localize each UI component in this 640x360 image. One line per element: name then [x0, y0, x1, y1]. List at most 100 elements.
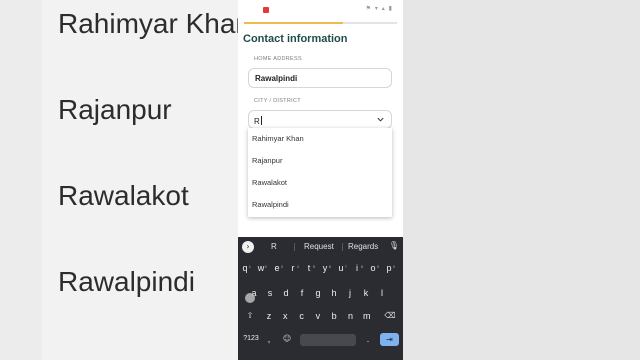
expand-arrow-icon[interactable]: › [242, 241, 254, 253]
key-label: v [315, 311, 321, 321]
background-zoom-left: Rahimyar Khan Rajanpur Rawalakot Rawalpi… [0, 0, 238, 360]
key-hint: 2 [264, 264, 267, 269]
page-title: Contact information [243, 33, 348, 45]
suggestion-item[interactable]: Regards [348, 242, 378, 251]
keyboard-row-2: asdfghjkl [238, 285, 403, 303]
key-hint: 4 [296, 264, 299, 269]
key-l[interactable]: l [375, 285, 389, 301]
key-label: o [370, 263, 376, 273]
key-label: w [257, 263, 265, 273]
background-option-text: Rajanpur [58, 94, 172, 125]
progress-fill [244, 22, 344, 24]
home-address-label: HOME ADDRESS [254, 56, 302, 62]
key-g[interactable]: g [311, 285, 325, 301]
key-r[interactable]: r4 [286, 260, 300, 276]
period-key[interactable]: . [361, 331, 375, 347]
key-b[interactable]: b [327, 308, 341, 324]
dropdown-option[interactable]: Rajanpur [248, 150, 392, 172]
key-z[interactable]: z [262, 308, 276, 324]
suggestion-item[interactable]: R [271, 242, 277, 251]
phone-screen: ⚑ ▾ ▴ ▮ Contact information HOME ADDRESS… [238, 0, 403, 360]
key-w[interactable]: w2 [254, 260, 268, 276]
dropdown-option[interactable]: Rawalakot [248, 172, 392, 194]
shift-key-icon[interactable]: ⇧ [243, 308, 257, 324]
key-label: t [307, 263, 311, 273]
background-option-text: Rahimyar Khan [58, 8, 238, 39]
key-label: b [331, 311, 337, 321]
city-dropdown-list: Rahimyar Khan Rajanpur Rawalakot Rawalpi… [248, 128, 392, 217]
key-h[interactable]: h [327, 285, 341, 301]
key-n[interactable]: n [344, 308, 358, 324]
key-label: j [349, 288, 351, 298]
key-y[interactable]: y6 [318, 260, 332, 276]
background-zoom-right [400, 0, 640, 360]
chevron-down-icon[interactable] [376, 115, 385, 124]
microphone-icon[interactable]: 🎙 [389, 241, 399, 250]
key-hint: 6 [328, 264, 331, 269]
key-hint: 0 [392, 264, 395, 269]
key-label: x [283, 311, 288, 321]
key-e[interactable]: e3 [270, 260, 284, 276]
dropdown-option[interactable]: Rahimyar Khan [248, 128, 392, 150]
key-j[interactable]: j [343, 285, 357, 301]
key-label: k [363, 288, 369, 298]
background-option-text: Rawalpindi [58, 266, 195, 297]
city-district-label: CITY / DISTRICT [254, 98, 301, 104]
background-option-text: Rawalakot [58, 180, 189, 211]
home-address-field[interactable]: Rawalpindi [248, 68, 392, 88]
key-hint: 9 [376, 264, 379, 269]
key-p[interactable]: p0 [382, 260, 396, 276]
key-label: n [347, 311, 353, 321]
key-m[interactable]: m [360, 308, 374, 324]
key-c[interactable]: c [295, 308, 309, 324]
suggestion-divider [342, 243, 343, 251]
record-icon [263, 7, 269, 13]
keyboard-row-1: q1w2e3r4t5y6u7i8o9p0 [238, 260, 403, 278]
backspace-key-icon[interactable]: ⌫ [383, 308, 397, 324]
emoji-key-icon[interactable]: ☺ [280, 331, 294, 347]
key-hint: 7 [344, 264, 347, 269]
suggestion-item[interactable]: Request [304, 242, 334, 251]
key-f[interactable]: f [295, 285, 309, 301]
enter-key-icon[interactable]: ⇥ [380, 333, 399, 346]
key-v[interactable]: v [311, 308, 325, 324]
status-bar: ⚑ ▾ ▴ ▮ [238, 0, 403, 20]
dropdown-option[interactable]: Rawalpindi [248, 194, 392, 216]
key-label: g [315, 288, 321, 298]
suggestion-divider [294, 243, 295, 251]
space-bar[interactable] [300, 334, 356, 346]
key-t[interactable]: t5 [302, 260, 316, 276]
keyboard-row-3: ⇧ ⌫ z x c vbnm [238, 308, 403, 326]
key-label: m [363, 311, 371, 321]
key-s[interactable]: s [263, 285, 277, 301]
key-d[interactable]: d [279, 285, 293, 301]
city-district-input[interactable]: R [254, 116, 262, 126]
key-q[interactable]: q1 [238, 260, 252, 276]
key-label: r [291, 263, 295, 273]
key-x[interactable]: x [278, 308, 292, 324]
comma-key[interactable]: , [262, 331, 276, 347]
key-label: e [274, 263, 280, 273]
suggestion-strip: › R Request Regards 🎙 [238, 237, 403, 257]
key-hint: 3 [280, 264, 283, 269]
key-label: c [299, 311, 304, 321]
key-i[interactable]: i8 [350, 260, 364, 276]
home-address-value: Rawalpindi [255, 74, 298, 83]
text-cursor [260, 116, 262, 125]
key-label: f [300, 288, 304, 298]
key-o[interactable]: o9 [366, 260, 380, 276]
symbols-key[interactable]: ?123 [241, 331, 261, 347]
city-district-select[interactable]: R [248, 110, 392, 129]
key-hint: 1 [248, 264, 251, 269]
key-label: y [322, 263, 328, 273]
key-label: s [267, 288, 273, 298]
key-label: i [356, 263, 358, 273]
key-label: d [283, 288, 289, 298]
key-hint: 5 [312, 264, 315, 269]
keyboard-row-4: ?123 , ☺ . ⇥ [238, 331, 403, 349]
key-k[interactable]: k [359, 285, 373, 301]
progress-bar [244, 22, 397, 24]
key-label: l [381, 288, 383, 298]
key-u[interactable]: u7 [334, 260, 348, 276]
touch-indicator [245, 293, 255, 303]
